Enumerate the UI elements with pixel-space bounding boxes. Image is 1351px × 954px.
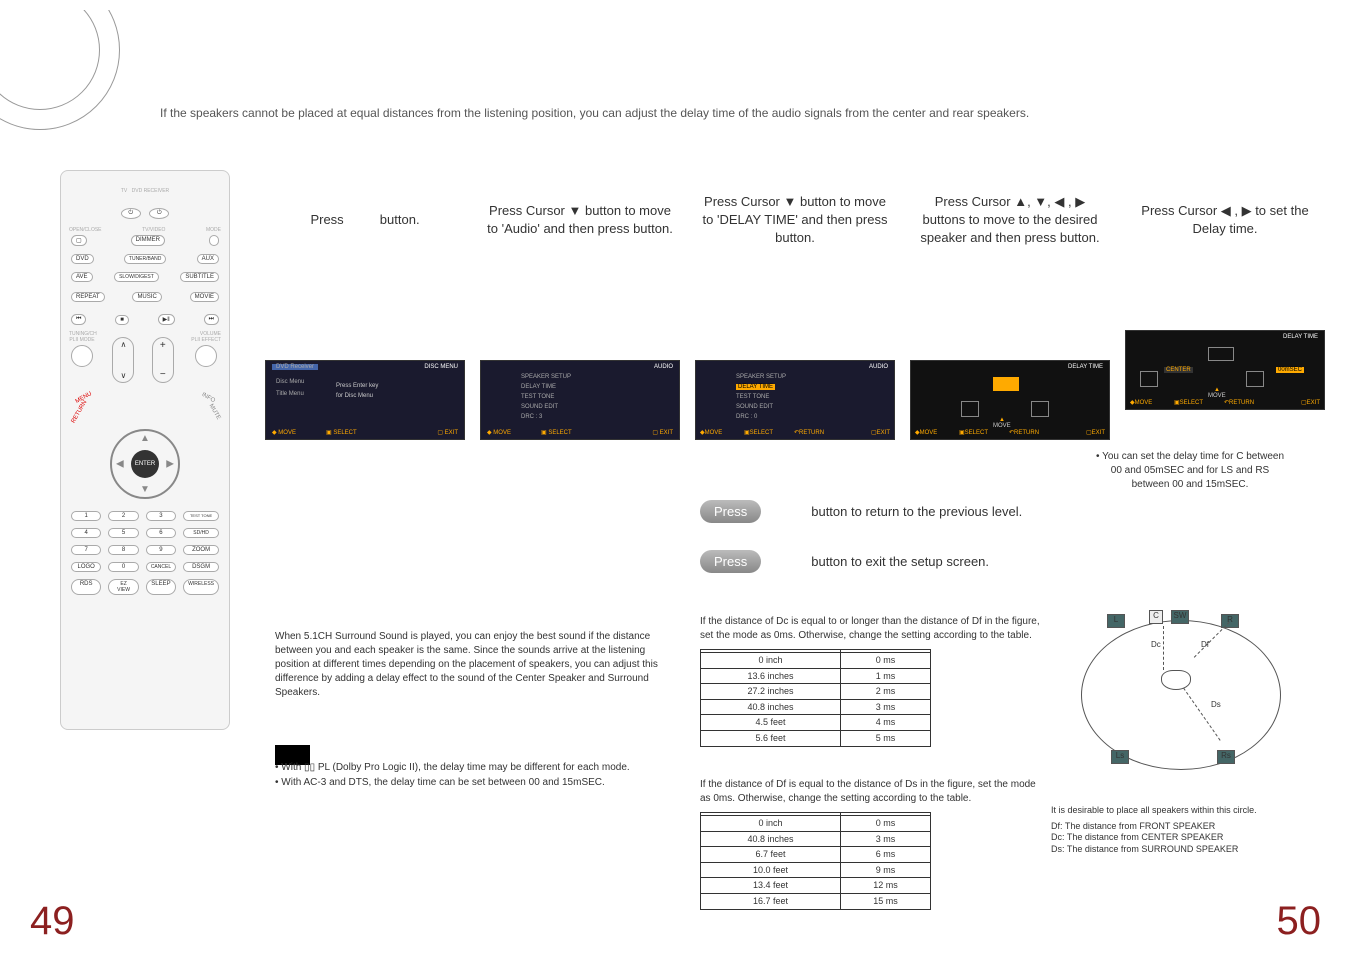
cursor-right-icon: ▶ [166,459,174,470]
prev-skip: ⏮ [71,314,86,325]
step-4: Press Cursor ▲, ▼, ◀ , ▶ buttons to move… [910,170,1110,440]
cursor-up-icon: ▲ [140,433,150,444]
speaker-Rs: Rs [1217,750,1235,764]
steps-row: Press button. DVD Receiver DISC MENU Dis… [265,170,1325,440]
remote-control-image: TV DVD RECEIVER ⏻ ⏻ OPEN/CLOSE TV/VIDEO … [60,170,230,730]
label-Ds: Ds [1211,700,1221,709]
step-3: Press Cursor ▼ button to move to 'DELAY … [695,170,895,440]
speaker-SW: SW [1171,610,1189,624]
surround-delay-table: 0 inch0 ms 40.8 inches3 ms 6.7 feet6 ms … [700,812,931,910]
next-skip: ⏭ [204,314,219,325]
speaker-L: L [1107,614,1125,628]
cursor-down-icon: ▼ [140,484,150,495]
intro-text: If the speakers cannot be placed at equa… [160,105,1029,122]
press-pill: Press [700,500,761,523]
speaker-C: C [1149,610,1163,624]
power-1: ⏻ [121,208,141,219]
diagram-notes: It is desirable to place all speakers wi… [1051,805,1311,856]
remote-label-dvdreceiver: DVD RECEIVER [132,188,170,194]
screen-1: DVD Receiver DISC MENU Disc Menu Title M… [265,360,465,440]
center-delay-table: 0 inch0 ms 13.6 inches1 ms 27.2 inches2 … [700,649,931,747]
screen-5: DELAY TIME CENTER 00mSEC ▲ MOVE ◆MOVE ▣S… [1125,330,1325,410]
step-2: Press Cursor ▼ button to move to 'Audio'… [480,170,680,440]
nav-dpad: ▲ ▼ ◀ ▶ ENTER [110,429,180,499]
power-2: ⏻ [149,208,169,219]
header-decoration [0,10,160,150]
cursor-left-icon: ◀ [116,459,124,470]
notes-list: • With ▯▯ PL (Dolby Pro Logic II), the d… [275,760,630,790]
screen-3: AUDIO SPEAKER SETUP DELAY TIME TEST TONE… [695,360,895,440]
surround-speaker-section: If the distance of Df is equal to the di… [700,778,1040,910]
screen-4: DELAY TIME ▲ MOVE ◆MOVE ▣SELECT ↶RETURN … [910,360,1110,440]
press-exit-row: Press button to exit the setup screen. [700,550,989,573]
step-5: Press Cursor ◀ , ▶ to set the Delay time… [1125,170,1325,440]
delay-range-note: You can set the delay time for C between… [1095,450,1285,492]
press-return-row: Press button to return to the previous l… [700,500,1022,523]
label-Dc: Dc [1151,640,1161,649]
page-number-right: 50 [1277,899,1322,944]
play-pause: ▶‖ [158,314,175,325]
enter-button: ENTER [131,450,159,478]
page-number-left: 49 [30,899,75,944]
step-1: Press button. DVD Receiver DISC MENU Dis… [265,170,465,440]
speaker-Ls: Ls [1111,750,1129,764]
listener-icon [1161,670,1191,690]
open-close: ▢ [71,235,87,246]
mode-btn [209,235,219,246]
surround-explanation: When 5.1CH Surround Sound is played, you… [275,630,675,700]
speaker-placement-diagram: L C SW R Ls Rs Dc Df Ds [1051,620,1311,800]
screen-2: AUDIO SPEAKER SETUP DELAY TIME TEST TONE… [480,360,680,440]
stop: ■ [115,315,129,325]
center-speaker-section: If the distance of Dc is equal to or lon… [700,615,1040,747]
remote-label-tv: TV [121,188,127,194]
